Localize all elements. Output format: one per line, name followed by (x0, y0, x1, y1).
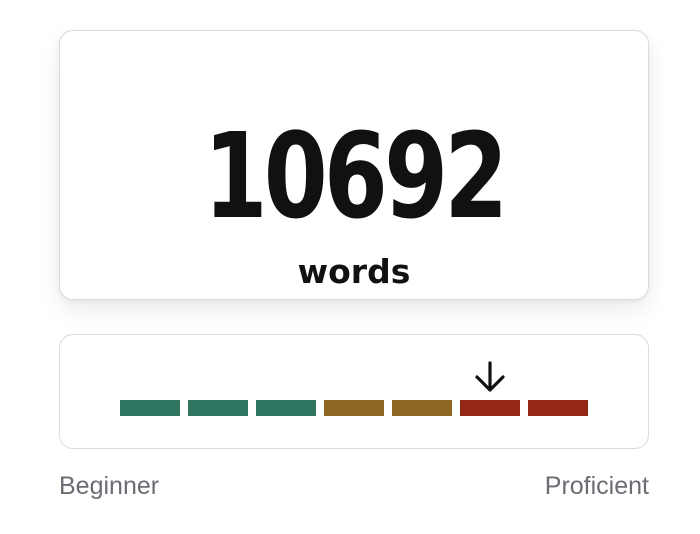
level-segment (324, 400, 384, 416)
level-segment (120, 400, 180, 416)
level-scale-bar (120, 400, 588, 416)
level-segment (460, 400, 520, 416)
level-segment (256, 400, 316, 416)
level-segment (528, 400, 588, 416)
level-segment (392, 400, 452, 416)
word-count-value: 10692 (203, 107, 509, 245)
level-indicator-card (59, 334, 649, 449)
scale-min-label: Beginner (59, 472, 160, 500)
level-segment (188, 400, 248, 416)
arrow-down-icon (475, 361, 505, 392)
word-count-card: 10692 words (59, 30, 649, 300)
scale-max-label: Proficient (544, 472, 649, 500)
word-count-unit: words (297, 252, 411, 291)
